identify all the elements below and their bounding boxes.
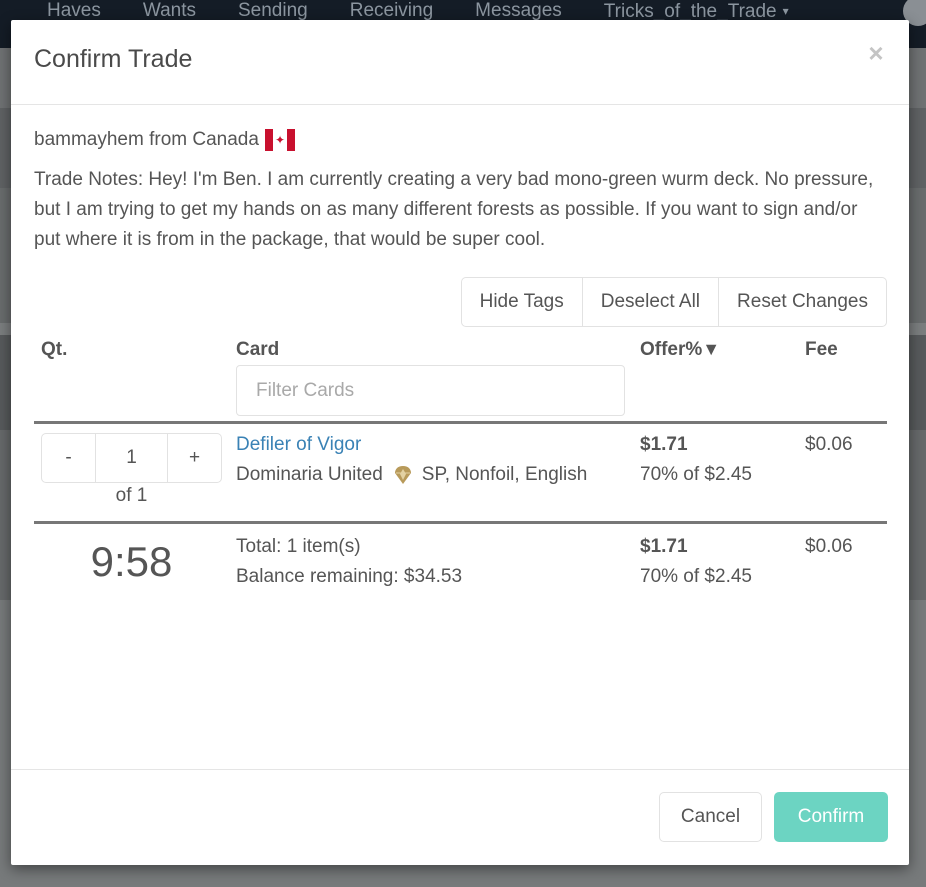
fee-value: $0.06 [805, 434, 853, 455]
cancel-button[interactable]: Cancel [659, 792, 762, 842]
nav-item-receiving: Receiving [349, 0, 434, 21]
balance-remaining: Balance remaining: $34.53 [236, 566, 463, 587]
quantity-stepper: - 1 + [41, 433, 222, 483]
modal-footer: Cancel Confirm [11, 769, 909, 865]
filter-cards-input[interactable] [236, 365, 625, 416]
modal-title: Confirm Trade [34, 45, 193, 73]
nav-item-user-menu: Tricks_of_the_Trade ▾ [604, 0, 789, 22]
nav-user-label: Tricks_of_the_Trade [603, 1, 777, 22]
trade-notes: Trade Notes: Hey! I'm Ben. I am currentl… [34, 169, 874, 250]
caret-down-icon: ▾ [782, 4, 789, 18]
confirm-trade-modal: Confirm Trade × bammayhem from Canada ✦ … [11, 20, 909, 865]
increment-button[interactable]: + [168, 434, 221, 482]
background-nav-items: Haves Wants Sending Receiving Messages T… [47, 0, 831, 22]
modal-header: Confirm Trade × [11, 20, 909, 105]
total-items: Total: 1 item(s) [236, 536, 361, 557]
nav-item-wants: Wants [142, 0, 196, 21]
deselect-all-button[interactable]: Deselect All [582, 278, 720, 326]
seller-text: bammayhem from Canada [34, 129, 259, 150]
confirm-button[interactable]: Confirm [774, 792, 888, 842]
card-details: Dominaria United SP, Nonfoil, English [236, 464, 587, 486]
set-symbol-icon [394, 466, 411, 484]
table-header: Qt. Card Offer%▼ Fee [34, 337, 887, 424]
decrement-button[interactable]: - [42, 434, 95, 482]
nav-item-haves: Haves [47, 0, 101, 21]
total-offer-detail: 70% of $2.45 [640, 566, 752, 587]
column-header-fee: Fee [805, 339, 838, 360]
total-offer-price: $1.71 [640, 536, 688, 557]
sort-desc-icon: ▼ [702, 339, 721, 359]
column-header-offer[interactable]: Offer%▼ [640, 339, 720, 361]
modal-body: bammayhem from Canada ✦ Trade Notes: Hey… [34, 105, 887, 587]
nav-item-sending: Sending [238, 0, 308, 21]
close-icon: × [868, 38, 884, 68]
card-condition: SP, Nonfoil, English [421, 464, 588, 485]
table-footer: 9:58 Total: 1 item(s) Balance remaining:… [34, 524, 887, 604]
canada-flag-icon: ✦ [264, 129, 295, 151]
table-actions: Hide Tags Deselect All Reset Changes [460, 277, 887, 327]
offer-percent-detail: 70% of $2.45 [640, 464, 752, 485]
offer-header-label: Offer% [640, 339, 703, 360]
countdown-timer: 9:58 [90, 538, 173, 585]
seller-info: bammayhem from Canada ✦ [34, 129, 887, 151]
column-header-qty: Qt. [41, 339, 68, 360]
total-fee: $0.06 [805, 536, 853, 557]
set-name: Dominaria United [236, 464, 383, 485]
reset-changes-button[interactable]: Reset Changes [719, 278, 886, 326]
close-button[interactable]: × [865, 40, 887, 66]
nav-item-messages: Messages [475, 0, 562, 21]
table-row: - 1 + of 1 Defiler of Vigor Dominaria Un… [34, 424, 887, 524]
offer-price: $1.71 [640, 434, 688, 455]
available-quantity: of 1 [115, 485, 148, 506]
quantity-value[interactable]: 1 [95, 434, 168, 482]
card-name-link[interactable]: Defiler of Vigor [236, 434, 361, 456]
column-header-card: Card [236, 339, 280, 360]
trade-table: Qt. Card Offer%▼ Fee - 1 + of 1 Defiler … [34, 337, 887, 604]
hide-tags-button[interactable]: Hide Tags [461, 278, 583, 326]
